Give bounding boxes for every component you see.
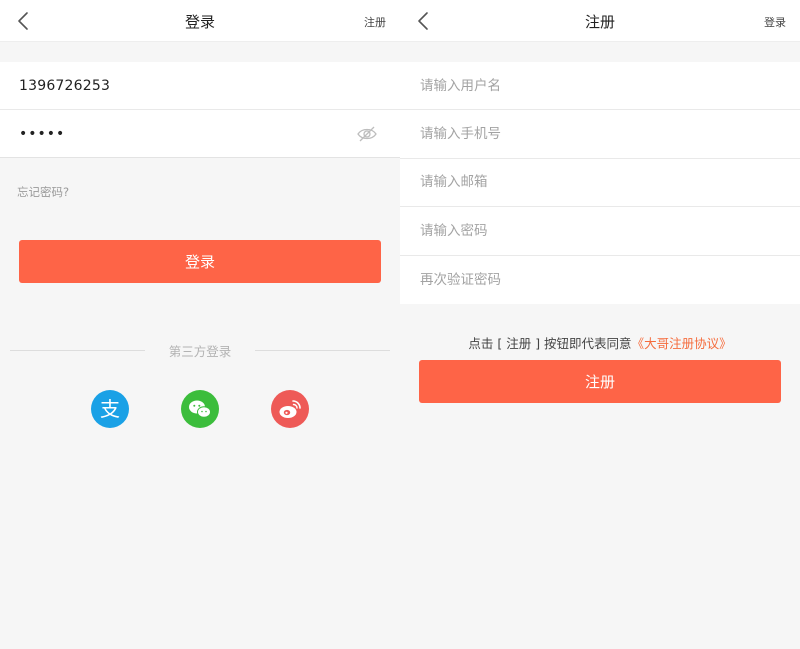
svg-text:支: 支 xyxy=(100,397,120,421)
register-screen: 注册 登录 点击 [ 注册 ] 按钮即代表同意《大哥注册协议》 xyxy=(400,0,800,649)
page-title: 注册 xyxy=(584,13,615,31)
login-screen: 登录 注册 1396726253 ••••• 忘记密码? 登录 第三方登录 支 xyxy=(0,0,400,649)
wechat-icon[interactable] xyxy=(180,389,220,429)
page-title: 登录 xyxy=(184,13,215,31)
agreement-prefix: 点击 [ 注册 ] 按钮即代表同意 xyxy=(468,336,632,351)
login-form: 1396726253 ••••• xyxy=(0,62,400,158)
register-button[interactable]: 注册 xyxy=(419,360,781,403)
eye-off-icon[interactable] xyxy=(356,125,378,143)
third-party-label: 第三方登录 xyxy=(168,343,232,359)
email-row xyxy=(400,159,800,208)
register-link[interactable]: 注册 xyxy=(364,14,386,30)
username-row xyxy=(400,62,800,111)
login-button[interactable]: 登录 xyxy=(19,240,381,283)
agreement-link[interactable]: 《大哥注册协议》 xyxy=(632,336,732,351)
phone-value[interactable]: 1396726253 xyxy=(19,78,110,94)
login-link[interactable]: 登录 xyxy=(764,14,786,30)
register-form xyxy=(400,62,800,304)
password-input[interactable] xyxy=(420,222,800,239)
agreement-text: 点击 [ 注册 ] 按钮即代表同意《大哥注册协议》 xyxy=(400,333,800,352)
phone-row xyxy=(400,110,800,159)
confirm-password-input[interactable] xyxy=(420,271,800,288)
alipay-icon[interactable]: 支 xyxy=(90,389,130,429)
divider-line-right xyxy=(255,349,391,351)
app-stage: 登录 注册 1396726253 ••••• 忘记密码? 登录 第三方登录 支 … xyxy=(0,0,800,649)
username-input[interactable] xyxy=(420,77,800,94)
confirm-password-row xyxy=(400,256,800,304)
phone-field[interactable]: 1396726253 xyxy=(0,62,400,110)
weibo-icon[interactable] xyxy=(270,389,310,429)
forgot-password-link[interactable]: 忘记密码? xyxy=(17,184,69,200)
password-row xyxy=(400,207,800,256)
third-party-divider: 第三方登录 xyxy=(10,340,391,360)
password-value[interactable]: ••••• xyxy=(19,126,65,142)
phone-input[interactable] xyxy=(420,126,800,143)
login-header: 登录 注册 xyxy=(0,0,400,42)
email-input[interactable] xyxy=(420,174,800,191)
password-field[interactable]: ••••• xyxy=(0,110,400,158)
divider-line-left xyxy=(10,349,145,351)
register-header: 注册 登录 xyxy=(400,0,800,42)
